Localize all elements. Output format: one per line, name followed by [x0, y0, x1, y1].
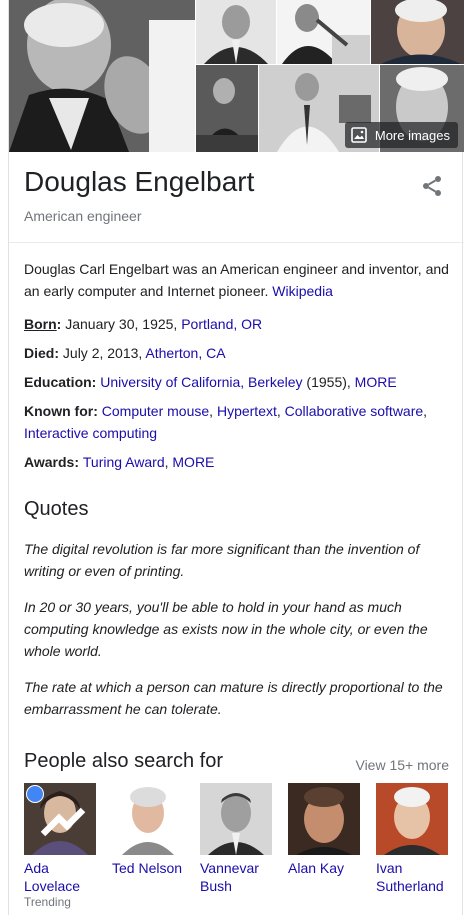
person-name: Vannevar Bush — [200, 860, 259, 894]
person-name: Ada Lovelace — [24, 860, 81, 894]
person-photo — [200, 783, 272, 855]
entity-subtitle: American engineer — [24, 208, 142, 224]
fact-value: January 30, 1925, — [65, 316, 182, 332]
fact-born: Born: January 30, 1925, Portland, OR — [24, 316, 263, 332]
more-images-label: More images — [374, 127, 450, 143]
quotes-title: Quotes — [24, 498, 89, 520]
fact-value: (1955), — [302, 374, 355, 390]
person-vannevar-bush[interactable]: Vannevar Bush — [200, 783, 274, 895]
fact-died: Died: July 2, 2013, Atherton, CA — [24, 345, 226, 361]
fact-link[interactable]: Portland, OR — [181, 316, 262, 332]
photo-5[interactable] — [196, 65, 258, 152]
description-text: Douglas Carl Engelbart was an American e… — [24, 261, 449, 299]
photo-main[interactable] — [9, 0, 195, 152]
fact-value: July 2, 2013, — [62, 345, 146, 361]
quote-item: The digital revolution is far more signi… — [24, 541, 420, 579]
fact-link[interactable]: Hypertext — [217, 403, 277, 419]
fact-more-link[interactable]: MORE — [355, 374, 397, 390]
people-also-search-title: People also search for — [24, 750, 224, 772]
facts-list: Born: January 30, 1925, Portland, OR Die… — [24, 313, 454, 480]
knowledge-panel: More images Douglas Engelbart American e… — [8, 0, 464, 915]
wikipedia-link[interactable]: Wikipedia — [272, 283, 333, 299]
fact-known-for: Known for: Computer mouse, Hypertext, Co… — [24, 403, 428, 441]
image-collage: More images — [9, 0, 464, 152]
person-photo — [24, 783, 96, 855]
fact-link[interactable]: University of California, Berkeley — [100, 374, 302, 390]
fact-link[interactable]: Atherton, CA — [145, 345, 225, 361]
person-name: Ted Nelson — [112, 860, 183, 876]
person-photo — [376, 783, 448, 855]
person-ada-lovelace[interactable]: Ada Lovelace Trending — [24, 783, 98, 909]
person-photo — [112, 783, 184, 855]
trending-badge-icon — [26, 785, 86, 837]
fact-link[interactable]: Computer mouse — [102, 403, 209, 419]
fact-link[interactable]: Interactive computing — [24, 425, 157, 441]
fact-link[interactable]: Turing Award — [83, 454, 165, 470]
fact-awards: Awards: Turing Award, MORE — [24, 454, 215, 470]
fact-link[interactable]: Collaborative software — [285, 403, 424, 419]
quotes-list: The digital revolution is far more signi… — [24, 538, 452, 734]
person-subtext: Trending — [24, 895, 71, 909]
person-ted-nelson[interactable]: Ted Nelson — [112, 783, 186, 877]
view-more-link[interactable]: View 15+ more — [355, 757, 449, 773]
fact-education: Education: University of California, Ber… — [24, 374, 397, 390]
description: Douglas Carl Engelbart was an American e… — [24, 258, 452, 302]
quote-item: The rate at which a person can mature is… — [24, 679, 443, 717]
quote-item: In 20 or 30 years, you'll be able to hol… — [24, 599, 428, 659]
fact-label: Education — [24, 374, 92, 390]
people-also-search-header: People also search for View 15+ more — [24, 750, 449, 778]
image-icon — [351, 127, 367, 143]
entity-name: Douglas Engelbart — [24, 166, 255, 197]
photo-3[interactable] — [277, 0, 370, 64]
person-alan-kay[interactable]: Alan Kay — [288, 783, 362, 877]
person-name: Ivan Sutherland — [376, 860, 444, 894]
photo-4[interactable] — [371, 0, 464, 64]
person-ivan-sutherland[interactable]: Ivan Sutherland — [376, 783, 450, 895]
fact-label: Known for — [24, 403, 94, 419]
person-photo — [288, 783, 360, 855]
fact-label: Died — [24, 345, 55, 361]
more-images-button[interactable]: More images — [344, 122, 458, 148]
fact-label[interactable]: Born — [24, 316, 57, 332]
fact-label: Awards — [24, 454, 75, 470]
person-name: Alan Kay — [288, 860, 345, 876]
fact-more-link[interactable]: MORE — [172, 454, 214, 470]
photo-2[interactable] — [196, 0, 276, 64]
share-icon[interactable] — [420, 174, 444, 198]
title-block: Douglas Engelbart American engineer — [9, 152, 464, 243]
